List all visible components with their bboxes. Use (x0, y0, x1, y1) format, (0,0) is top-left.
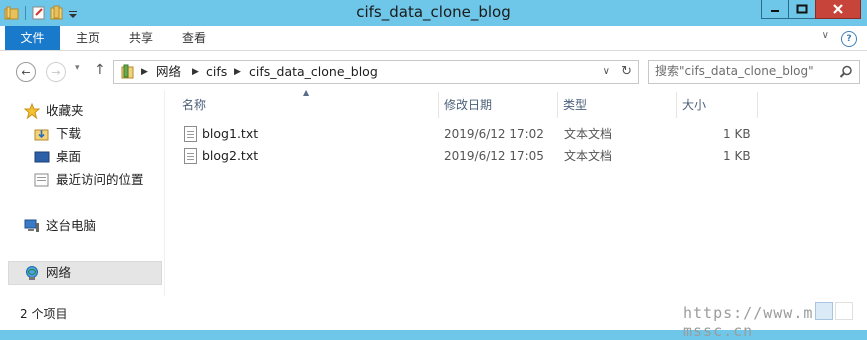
search-input[interactable] (655, 63, 830, 79)
sidebar-item-label: 桌面 (56, 149, 82, 164)
pane-divider[interactable] (164, 90, 165, 296)
search-box[interactable] (648, 60, 860, 84)
sidebar-item-label: 下载 (56, 126, 82, 141)
desktop-icon (34, 149, 50, 165)
network-icon (24, 265, 40, 281)
expand-ribbon-icon[interactable]: ∨ (822, 30, 829, 41)
details-view-icon[interactable] (815, 302, 833, 320)
sidebar-item-favorites[interactable]: 收藏夹 (23, 100, 172, 122)
table-row[interactable]: blog2.txt 2019/6/12 17:05 文本文档 1 KB (178, 145, 758, 167)
file-type: 文本文档 (564, 149, 613, 163)
column-header-modified[interactable]: 修改日期 (438, 92, 558, 118)
sidebar-item-recent-places[interactable]: 最近访问的位置 (34, 169, 182, 191)
file-modified: 2019/6/12 17:05 (444, 149, 544, 163)
sidebar-item-this-pc[interactable]: 这台电脑 (24, 215, 172, 237)
column-header-name[interactable]: 名称 (166, 92, 439, 118)
maximize-button[interactable] (788, 0, 816, 19)
computer-icon (24, 218, 40, 234)
view-switcher (815, 302, 853, 320)
file-type: 文本文档 (564, 127, 613, 141)
breadcrumb-current-folder[interactable]: cifs_data_clone_blog (249, 61, 378, 83)
breadcrumb-separator-icon[interactable]: ▶ (234, 61, 241, 83)
refresh-icon[interactable]: ↻ (621, 62, 632, 82)
content-pane: 收藏夹 下载 桌面 最近访问的位置 这台电脑 网络 ▲ 名称 修改日期 类型 大… (0, 88, 867, 296)
file-name: blog1.txt (202, 126, 259, 141)
sidebar-item-downloads[interactable]: 下载 (34, 123, 182, 145)
address-bar[interactable]: ▶ 网络 ▶ cifs ▶ cifs_data_clone_blog ∨ ↻ (113, 60, 639, 84)
close-icon (833, 4, 843, 14)
window-title: cifs_data_clone_blog (356, 3, 511, 21)
tab-home[interactable]: 主页 (76, 26, 100, 50)
minimize-button[interactable] (761, 0, 789, 19)
text-file-icon (184, 126, 197, 142)
recent-locations-icon[interactable]: ▾ (75, 63, 80, 73)
up-arrow-icon[interactable]: ↑ (94, 62, 106, 78)
address-history-dropdown-icon[interactable]: ∨ (603, 62, 610, 82)
close-button[interactable] (815, 0, 861, 19)
breadcrumb-cifs[interactable]: cifs (206, 61, 227, 83)
maximize-icon (796, 4, 808, 14)
breadcrumb-network[interactable]: 网络 (156, 61, 181, 83)
caption-buttons (761, 0, 861, 19)
file-size: 1 KB (723, 149, 751, 163)
explorer-window: cifs_data_clone_blog 文件 主页 共享 查看 ∨ ? ← →… (0, 0, 867, 340)
back-button[interactable]: ← (16, 62, 36, 82)
sidebar-item-network[interactable]: 网络 (8, 261, 162, 285)
navigation-bar: ← → ▾ ↑ ▶ 网络 ▶ cifs ▶ cifs_data_clone_bl… (0, 51, 867, 90)
file-size: 1 KB (723, 127, 751, 141)
ribbon-tabs: 文件 主页 共享 查看 ∨ ? (0, 26, 867, 51)
large-icons-view-icon[interactable] (835, 302, 853, 320)
sidebar-item-label: 网络 (46, 265, 72, 280)
sidebar-item-label: 最近访问的位置 (56, 172, 144, 187)
sidebar-item-label: 收藏夹 (46, 103, 84, 118)
text-file-icon (184, 148, 197, 164)
file-list: ▲ 名称 修改日期 类型 大小 blog1.txt 2019/6/12 17:0… (166, 88, 867, 296)
breadcrumb-separator-icon[interactable]: ▶ (192, 61, 199, 83)
star-icon (23, 102, 41, 120)
recent-places-icon (34, 172, 50, 188)
breadcrumb-separator-icon[interactable]: ▶ (141, 61, 148, 83)
sidebar-item-desktop[interactable]: 桌面 (34, 146, 182, 168)
address-folder-icon (120, 64, 136, 83)
file-modified: 2019/6/12 17:02 (444, 127, 544, 141)
navigation-pane: 收藏夹 下载 桌面 最近访问的位置 这台电脑 网络 (0, 90, 164, 296)
table-row[interactable]: blog1.txt 2019/6/12 17:02 文本文档 1 KB (178, 123, 758, 145)
tab-file[interactable]: 文件 (5, 26, 60, 50)
forward-button[interactable]: → (46, 62, 66, 82)
column-header-type[interactable]: 类型 (557, 92, 677, 118)
help-icon[interactable]: ? (841, 31, 857, 47)
status-bar: 2 个项目 https://www.mr-mssc.cn (0, 296, 867, 340)
item-count: 2 个项目 (20, 307, 68, 321)
file-name: blog2.txt (202, 148, 259, 163)
download-folder-icon (34, 126, 50, 142)
title-bar: cifs_data_clone_blog (0, 0, 867, 26)
column-header-size[interactable]: 大小 (676, 92, 758, 118)
minimize-icon (771, 10, 779, 12)
tab-share[interactable]: 共享 (129, 26, 153, 50)
tab-view[interactable]: 查看 (182, 26, 206, 50)
search-icon[interactable] (839, 65, 853, 82)
sidebar-item-label: 这台电脑 (46, 218, 97, 233)
